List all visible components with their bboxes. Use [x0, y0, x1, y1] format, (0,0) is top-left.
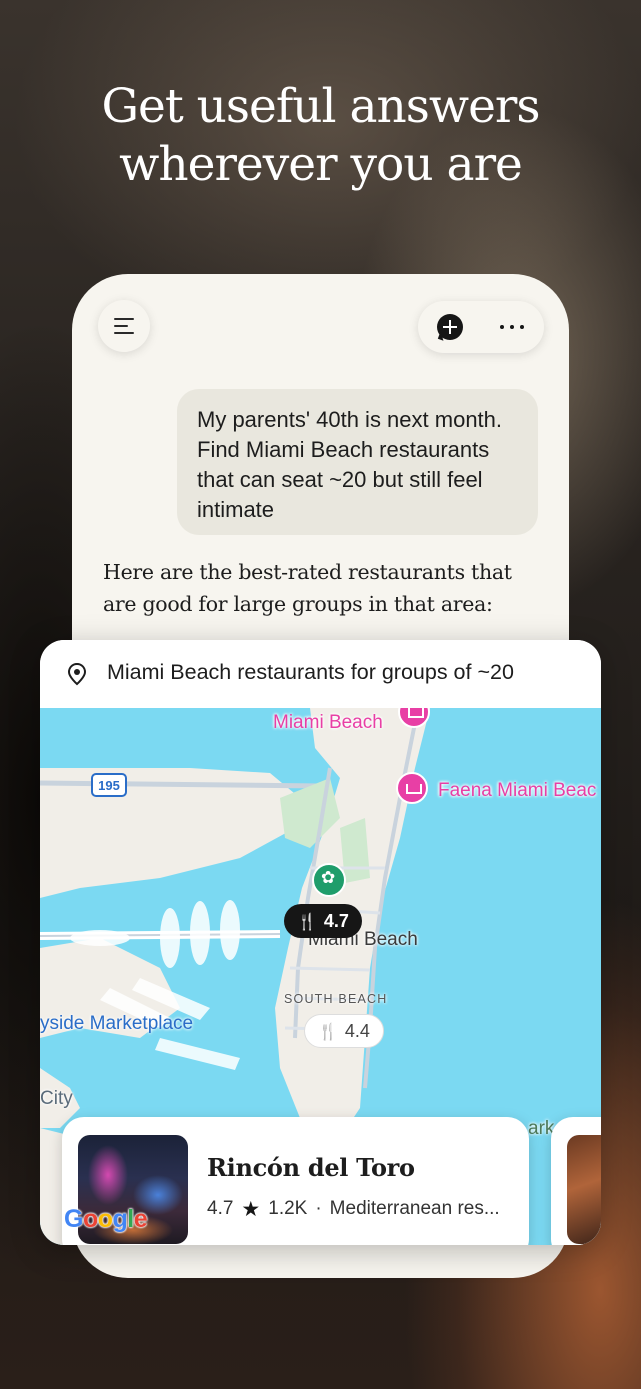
google-letter: o — [97, 1205, 113, 1233]
user-message-bubble: My parents' 40th is next month. Find Mia… — [177, 389, 538, 535]
map-label-miami-beach-top: Miami Beach — [273, 712, 383, 733]
place-name: Rincón del Toro — [207, 1153, 415, 1182]
fork-knife-icon: 🍴 — [297, 911, 317, 931]
headline-line-2: wherever you are — [119, 137, 523, 192]
hamburger-menu-icon — [114, 318, 134, 320]
google-logo: Google — [64, 1205, 148, 1234]
place-separator: · — [315, 1198, 322, 1219]
google-letter: e — [133, 1205, 148, 1233]
hamburger-menu-icon-line — [114, 325, 128, 327]
google-letter: g — [112, 1205, 128, 1233]
place-meta: 4.7 ★ 1.2K · Mediterranean res... — [207, 1197, 500, 1221]
restaurant-pin-icon[interactable] — [312, 863, 346, 897]
place-category: Mediterranean res... — [329, 1198, 500, 1219]
map-card-header: Miami Beach restaurants for groups of ~2… — [40, 640, 601, 708]
menu-button[interactable] — [98, 300, 150, 352]
map-label-faena: Faena Miami Beac — [438, 780, 597, 801]
assistant-message: Here are the best-rated restaurants that… — [103, 560, 512, 616]
map-rating-pin-selected[interactable]: 🍴 4.7 — [284, 904, 362, 938]
next-place-card[interactable] — [551, 1117, 601, 1245]
place-photo — [567, 1135, 601, 1244]
highway-shield: 195 — [98, 778, 120, 793]
star-icon: ★ — [241, 1197, 261, 1221]
google-letter: G — [64, 1205, 83, 1233]
new-chat-icon[interactable] — [437, 314, 463, 341]
map-label-bayside: yside Marketplace — [40, 1013, 194, 1034]
google-letter: o — [82, 1205, 98, 1233]
place-rating: 4.7 — [207, 1198, 234, 1219]
headline: Get useful answers wherever you are — [0, 78, 641, 194]
map-label-city: City — [40, 1088, 73, 1109]
map-rating-value: 4.7 — [323, 910, 349, 931]
map-rating-value: 4.4 — [344, 1020, 370, 1041]
location-pin-icon — [67, 662, 87, 686]
headline-line-1: Get useful answers — [101, 79, 540, 134]
map-label-south-beach: SOUTH BEACH — [284, 992, 388, 1006]
hamburger-menu-icon-line — [114, 332, 134, 334]
hotel-pin-icon[interactable] — [396, 772, 428, 804]
more-horizontal-icon[interactable] — [500, 325, 524, 329]
header-actions — [418, 301, 544, 353]
map-rating-pin[interactable]: 🍴 4.4 — [304, 1014, 384, 1048]
map-view[interactable]: 195 Miami Beach Faena Miami Beac Miami B… — [40, 708, 601, 1245]
map-card-title: Miami Beach restaurants for groups of ~2… — [107, 660, 514, 684]
map-card: Miami Beach restaurants for groups of ~2… — [40, 640, 601, 1245]
fork-knife-icon: 🍴 — [318, 1021, 338, 1041]
place-review-count: 1.2K — [268, 1198, 308, 1219]
